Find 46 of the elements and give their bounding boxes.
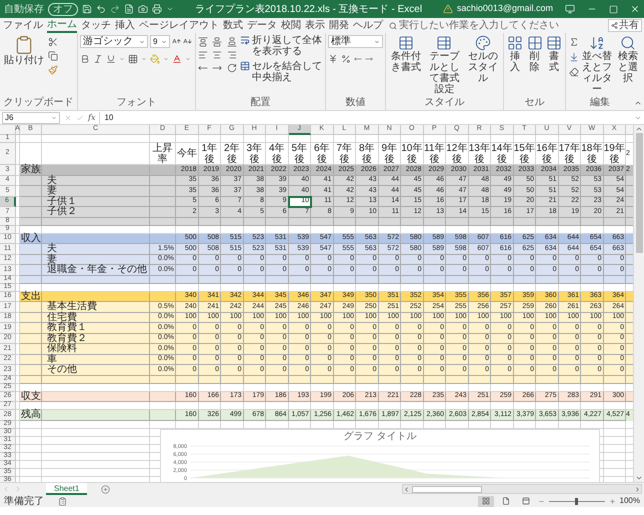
style-button[interactable]: セルのスタイル bbox=[464, 35, 501, 96]
status-text: 準備完了 bbox=[4, 496, 44, 506]
paste-button[interactable]: 貼り付け bbox=[2, 35, 46, 96]
insert-function-button[interactable]: fx bbox=[88, 112, 96, 124]
group-label: 数値 bbox=[344, 97, 366, 108]
group-label: 配置 bbox=[250, 97, 272, 108]
formula-field[interactable]: 10 bbox=[99, 112, 630, 124]
group-label: 編集 bbox=[589, 97, 611, 108]
ribbon-tab[interactable]: 挿入 bbox=[115, 18, 135, 32]
ribbon-tab[interactable]: 開発 bbox=[329, 18, 349, 32]
ribbon-tab[interactable]: ファイル bbox=[3, 18, 43, 32]
ribbon-tab[interactable]: 校閲 bbox=[281, 18, 301, 32]
window-title: ライフプラン表2018.10.22.xls - 互換モード - Excel bbox=[194, 4, 424, 14]
table-cell: 残高 bbox=[20, 410, 42, 420]
font-select[interactable]: 游ゴシック bbox=[80, 35, 148, 48]
table-cell: 収支 bbox=[20, 392, 42, 402]
merge-center-button[interactable]: セルを結合して中央揃え bbox=[240, 61, 323, 83]
style-button[interactable]: テーブルとして書式設定 bbox=[426, 35, 463, 96]
ribbon-tab[interactable]: 数式 bbox=[223, 18, 243, 32]
ribbon-tab[interactable]: 表示 bbox=[305, 18, 325, 32]
cells-button[interactable]: 書式 bbox=[545, 35, 564, 96]
group-label: スタイル bbox=[424, 97, 466, 108]
group-label: クリップボード bbox=[2, 97, 74, 108]
autosave-toggle[interactable]: オフ bbox=[48, 2, 78, 16]
number-format-select[interactable]: 標準 bbox=[328, 35, 383, 48]
name-box[interactable]: J6 bbox=[2, 112, 60, 124]
font-size-select[interactable]: 9 bbox=[150, 35, 170, 48]
ribbon-tab[interactable]: データ bbox=[247, 18, 277, 32]
style-button[interactable]: 条件付き書式 bbox=[388, 35, 424, 96]
cells-button[interactable]: 削除 bbox=[526, 35, 544, 96]
sort-filter-button[interactable]: 並べ替えとフィルター bbox=[581, 35, 613, 96]
chart-title: グラフ タイトル bbox=[344, 430, 416, 442]
group-label: フォント bbox=[116, 97, 158, 108]
group-label: セル bbox=[524, 97, 546, 108]
cells-button[interactable]: 挿入 bbox=[506, 35, 524, 96]
tell-me-field[interactable]: 実行したい作業を入力してください bbox=[389, 20, 604, 31]
ribbon-tab[interactable]: ヘルプ bbox=[353, 18, 383, 32]
autosave-label: 自動保存 bbox=[4, 4, 44, 14]
ribbon-tab[interactable]: ページレイアウト bbox=[139, 18, 219, 32]
find-select-button[interactable]: 検索と選択 bbox=[614, 35, 642, 96]
ribbon-tab[interactable]: タッチ bbox=[81, 18, 111, 32]
wrap-text-button[interactable]: 折り返して全体を表示する bbox=[240, 35, 323, 57]
sheet-tab[interactable]: Sheet1 bbox=[46, 483, 88, 495]
account-name[interactable]: sachio0013@gmail.com bbox=[456, 2, 553, 16]
zoom-reading: 100% bbox=[620, 495, 640, 507]
share-button[interactable]: 共有 bbox=[608, 19, 642, 32]
